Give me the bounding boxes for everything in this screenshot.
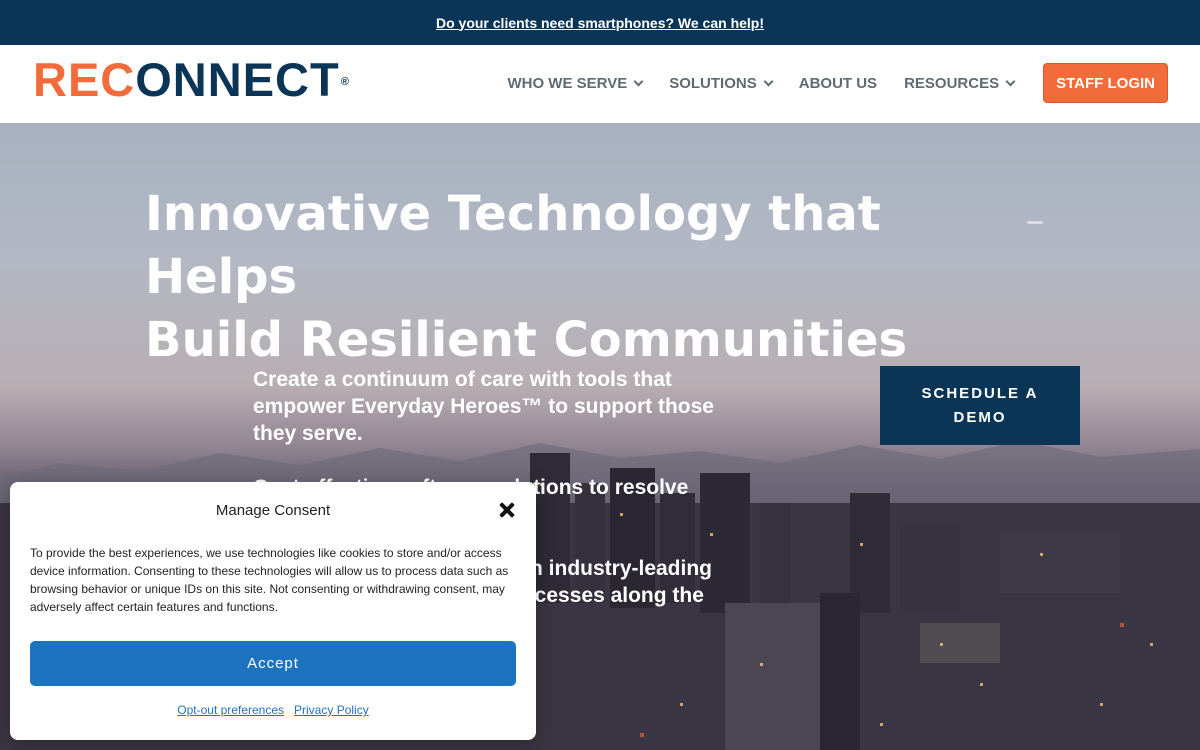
chevron-down-icon bbox=[1005, 76, 1016, 86]
nav-item-label: ABOUT US bbox=[798, 74, 878, 92]
nav-item-who-we-serve[interactable]: WHO WE SERVE bbox=[507, 74, 644, 92]
logo-wordmark: RECONNECT® bbox=[33, 53, 350, 106]
hero-paragraph: Create a continuum of care with tools th… bbox=[253, 368, 714, 445]
nav-item-about-us[interactable]: ABOUT US bbox=[799, 75, 877, 92]
staff-login-button[interactable]: STAFF LOGIN bbox=[1043, 63, 1168, 103]
main-nav: WHO WE SERVE SOLUTIONS ABOUT US RESOURCE… bbox=[507, 63, 1168, 103]
schedule-demo-button[interactable]: SCHEDULE A DEMO bbox=[880, 366, 1080, 445]
schedule-demo-label: SCHEDULE A DEMO bbox=[921, 384, 1039, 426]
nav-item-resources[interactable]: RESOURCES bbox=[904, 74, 1016, 92]
consent-body: To provide the best experiences, we use … bbox=[30, 546, 509, 614]
close-icon[interactable] bbox=[496, 499, 518, 521]
nav-item-label: SOLUTIONS bbox=[669, 74, 757, 92]
consent-links: Opt-out preferences Privacy Policy bbox=[10, 703, 536, 717]
consent-title: Manage Consent bbox=[215, 502, 331, 519]
hero-title-line2: Build Resilient Communities bbox=[145, 312, 908, 368]
announcement-bar: Do your clients need smartphones? We can… bbox=[0, 0, 1200, 45]
consent-dialog: Manage Consent To provide the best exper… bbox=[10, 482, 536, 740]
nav-item-label: RESOURCES bbox=[904, 74, 1000, 92]
announcement-link[interactable]: Do your clients need smartphones? We can… bbox=[436, 15, 764, 31]
nav-item-label: WHO WE SERVE bbox=[507, 74, 628, 92]
hero-title-line1: Innovative Technology that Helps bbox=[145, 186, 881, 305]
site-header: RECONNECT® WHO WE SERVE SOLUTIONS ABOUT … bbox=[0, 45, 1200, 123]
chevron-down-icon bbox=[763, 76, 774, 86]
nav-item-solutions[interactable]: SOLUTIONS bbox=[669, 74, 774, 92]
accept-button[interactable]: Accept bbox=[30, 641, 516, 686]
reconnect-logo[interactable]: RECONNECT® bbox=[33, 53, 350, 106]
privacy-policy-link[interactable]: Privacy Policy bbox=[294, 703, 369, 717]
opt-out-preferences-link[interactable]: Opt-out preferences bbox=[177, 703, 284, 717]
hero-title: Innovative Technology that Helps Build R… bbox=[145, 183, 1045, 372]
chevron-down-icon bbox=[633, 76, 644, 86]
